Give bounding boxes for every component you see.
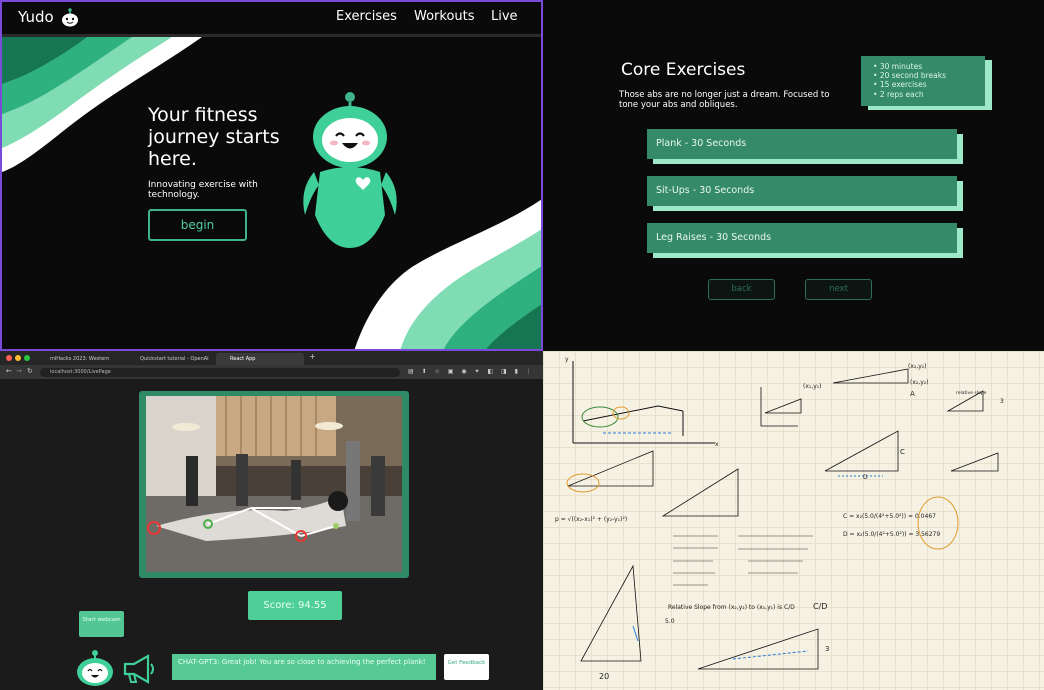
chatgpt-message: CHAT-GPT3: Great job! You are so close t… [172,654,436,680]
back-arrow-icon[interactable]: ← [6,367,12,375]
handwritten-notes: y x (x₂,y₂) (x₁,y₁) (x₂,y₂) A relative s… [543,351,1044,690]
point-label: (x₂,y₂) [908,363,927,370]
maximize-window-icon[interactable] [24,355,30,361]
score-display: Score: 94.55 [248,591,342,620]
decorative-waves [2,37,541,349]
side-label-orange: 3 [825,645,829,653]
reload-icon[interactable]: ↻ [27,367,33,375]
core-exercises-page: Core Exercises Those abs are no longer j… [543,0,1044,351]
formula-d: D = x₂(5.0/(4²+5.0²)) = 3.56279 [843,531,940,538]
extension-icons[interactable]: ▤ ⬆ ☆ ▣ ◉ ✦ ◧ ◨ ▮ ⋮ [408,368,535,375]
forward-arrow-icon[interactable]: → [16,367,22,375]
info-item: • 20 second breaks [873,71,947,81]
new-tab-icon[interactable]: + [309,352,316,361]
browser-tab[interactable]: Quickstart tutorial - OpenAI API [126,353,214,374]
relative-slope-label: relative slope [956,390,987,396]
point-label: (x₂,y₂) [910,379,929,386]
slope-ratio: C/D [813,602,827,611]
live-page-browser: mlHacks 2023: Western Canada Quickstart … [0,351,543,690]
next-button[interactable]: next [805,279,872,300]
tall-side-label: 5.0 [665,618,675,625]
landing-page: Yudo Exercises Workouts Live Your fitnes… [0,0,543,351]
webcam-feed [146,396,402,572]
begin-button[interactable]: begin [148,209,247,241]
exercise-card-situps[interactable]: Sit-Ups - 30 Seconds [647,176,957,206]
get-feedback-button[interactable]: Get Feedback [444,654,489,680]
notes-drawing: y x (x₂,y₂) (x₁,y₁) (x₂,y₂) A relative s… [555,356,1004,681]
browser-tab-bar: mlHacks 2023: Western Canada Quickstart … [0,351,543,374]
info-item: • 2 reps each [873,89,924,99]
url-input[interactable]: localhost:3000/LivePage [40,368,400,377]
close-window-icon[interactable] [6,355,12,361]
axis-y-label: y [565,356,569,363]
megaphone-icon [123,654,154,684]
robot-mascot-icon [303,92,397,248]
relative-slope-text: Relative Slope from (x₂,y₂) to (x₁,y₁) i… [668,604,795,611]
axis-x-label: x [715,441,719,448]
info-item: • 15 exercises [873,80,927,90]
workout-info-card: • 30 minutes • 20 second breaks • 15 exe… [861,56,985,106]
page-description: Those abs are no longer just a dream. Fo… [619,90,830,110]
label-d: D [863,474,868,481]
start-webcam-button[interactable]: Start webcam [79,611,124,637]
exercise-card-plank[interactable]: Plank - 30 Seconds [647,129,957,159]
point-label: (x₁,y₁) [803,383,822,390]
browser-tab-active[interactable]: React App [216,353,304,365]
hero-subtitle: Innovating exercise with technology. [148,180,258,200]
distance-formula: p = √((x₂-x₁)² + (y₂-y₁)²) [555,516,627,523]
label-c: C [900,448,905,456]
browser-tab[interactable]: mlHacks 2023: Western Canada [36,353,124,374]
minimize-window-icon[interactable] [15,355,21,361]
base-label: 20 [599,672,609,681]
page-title: Core Exercises [621,60,746,80]
info-item: • 30 minutes [873,62,923,71]
exercise-card-leg-raises[interactable]: Leg Raises - 30 Seconds [647,223,957,253]
label-a: A [910,390,915,398]
robot-avatar-icon [77,650,113,686]
formula-c: C = x₂(5.0/(4²+5.0²)) = 0.0467 [843,513,936,520]
back-button[interactable]: back [708,279,775,300]
hero-title: Your fitness journey starts here. [148,104,280,170]
side-label: 3 [1000,398,1004,405]
webcam-image [146,396,402,572]
